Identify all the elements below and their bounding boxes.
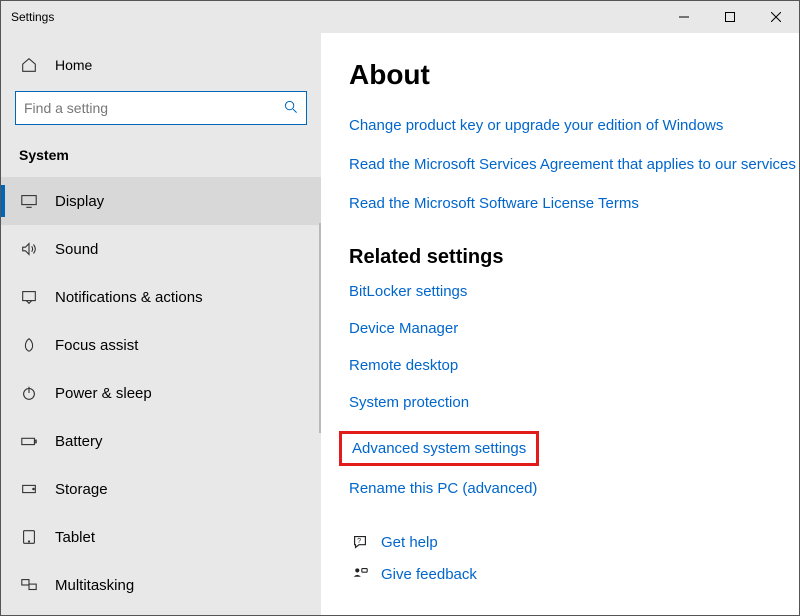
sidebar-item-sound[interactable]: Sound xyxy=(1,225,321,273)
link-device-manager[interactable]: Device Manager xyxy=(349,320,799,337)
link-rename-pc[interactable]: Rename this PC (advanced) xyxy=(349,480,799,497)
related-settings-heading: Related settings xyxy=(349,246,799,269)
notifications-icon xyxy=(19,288,39,306)
sidebar-item-label: Sound xyxy=(55,241,98,258)
sidebar-item-label: Notifications & actions xyxy=(55,289,203,306)
sidebar-item-label: Storage xyxy=(55,481,108,498)
get-help-row[interactable]: ? Get help xyxy=(349,533,799,551)
sidebar-item-notifications[interactable]: Notifications & actions xyxy=(1,273,321,321)
sidebar-item-battery[interactable]: Battery xyxy=(1,417,321,465)
sidebar-item-label: Tablet xyxy=(55,529,95,546)
sidebar-item-tablet[interactable]: Tablet xyxy=(1,513,321,561)
sound-icon xyxy=(19,240,39,258)
link-get-help[interactable]: Get help xyxy=(381,534,438,551)
sidebar-item-label: Focus assist xyxy=(55,337,138,354)
minimize-button[interactable] xyxy=(661,1,707,33)
search-box[interactable] xyxy=(15,91,307,125)
feedback-row[interactable]: Give feedback xyxy=(349,565,799,583)
link-services-agreement[interactable]: Read the Microsoft Services Agreement th… xyxy=(349,156,799,173)
sidebar-item-label: Battery xyxy=(55,433,103,450)
search-input[interactable] xyxy=(24,100,271,116)
sidebar-item-power[interactable]: Power & sleep xyxy=(1,369,321,417)
window-title: Settings xyxy=(11,10,661,24)
close-button[interactable] xyxy=(753,1,799,33)
main-pane: About Change product key or upgrade your… xyxy=(321,33,799,615)
link-license-terms[interactable]: Read the Microsoft Software License Term… xyxy=(349,195,799,212)
home-icon xyxy=(19,56,39,74)
sidebar-item-storage[interactable]: Storage xyxy=(1,465,321,513)
link-remote-desktop[interactable]: Remote desktop xyxy=(349,357,799,374)
sidebar: Home System Display Sound Notifica xyxy=(1,33,321,615)
multitasking-icon xyxy=(19,576,39,594)
battery-icon xyxy=(19,432,39,450)
home-label: Home xyxy=(55,57,92,73)
home-nav[interactable]: Home xyxy=(1,45,321,85)
sidebar-item-focus-assist[interactable]: Focus assist xyxy=(1,321,321,369)
tablet-icon xyxy=(19,528,39,546)
page-title: About xyxy=(349,59,799,91)
search-icon xyxy=(284,100,298,117)
maximize-button[interactable] xyxy=(707,1,753,33)
link-system-protection[interactable]: System protection xyxy=(349,394,799,411)
storage-icon xyxy=(19,480,39,498)
sidebar-item-label: Display xyxy=(55,193,104,210)
feedback-icon xyxy=(349,565,371,583)
titlebar: Settings xyxy=(1,1,799,33)
focus-icon xyxy=(19,336,39,354)
sidebar-item-label: Power & sleep xyxy=(55,385,152,402)
sidebar-item-display[interactable]: Display xyxy=(1,177,321,225)
highlight-advanced-system: Advanced system settings xyxy=(339,431,539,466)
category-label: System xyxy=(1,139,321,177)
content-area: Home System Display Sound Notifica xyxy=(1,33,799,615)
power-icon xyxy=(19,384,39,402)
svg-text:?: ? xyxy=(357,536,361,545)
link-give-feedback[interactable]: Give feedback xyxy=(381,566,477,583)
display-icon xyxy=(19,192,39,210)
link-bitlocker[interactable]: BitLocker settings xyxy=(349,283,799,300)
link-change-product-key[interactable]: Change product key or upgrade your editi… xyxy=(349,117,799,134)
sidebar-item-label: Multitasking xyxy=(55,577,134,594)
help-icon: ? xyxy=(349,533,371,551)
sidebar-item-multitasking[interactable]: Multitasking xyxy=(1,561,321,609)
link-advanced-system-settings[interactable]: Advanced system settings xyxy=(352,440,526,457)
